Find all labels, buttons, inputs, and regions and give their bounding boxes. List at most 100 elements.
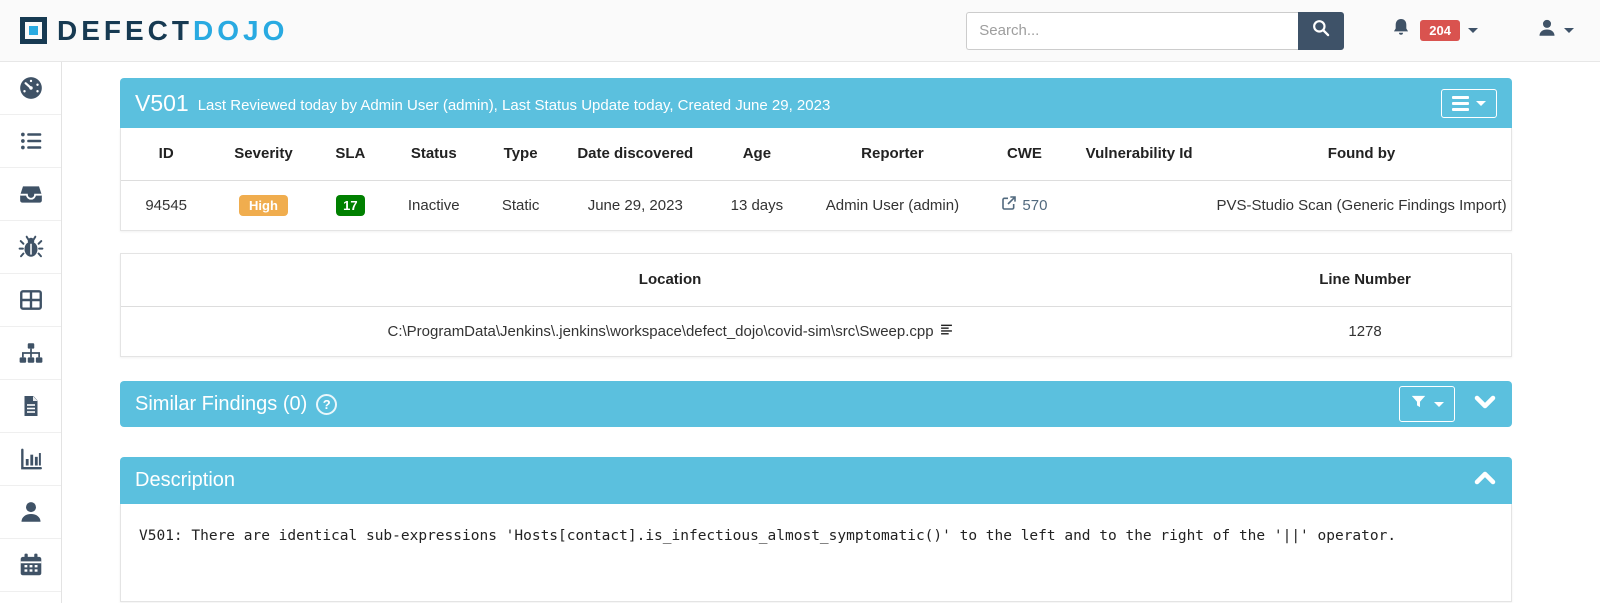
- table-icon: [18, 287, 44, 313]
- col-header-severity: Severity: [211, 128, 315, 180]
- cell-age: 13 days: [712, 180, 802, 230]
- cell-reporter: Admin User (admin): [802, 180, 983, 230]
- search-input[interactable]: [966, 12, 1298, 50]
- col-header-date-discovered: Date discovered: [559, 128, 712, 180]
- col-header-cwe: CWE: [983, 128, 1066, 180]
- col-header-id: ID: [121, 128, 211, 180]
- bell-icon: [1390, 16, 1412, 45]
- chevron-up-icon: [1473, 469, 1497, 492]
- cell-severity: High: [211, 180, 315, 230]
- filter-icon: [1410, 393, 1427, 415]
- main-content: V501 Last Reviewed today by Admin User (…: [62, 62, 1600, 603]
- dropdown-caret-icon: [1476, 101, 1486, 106]
- list-icon: [18, 128, 44, 154]
- location-table-box: Location Line Number C:\ProgramData\Jenk…: [120, 253, 1512, 357]
- col-header-location: Location: [121, 254, 1219, 306]
- col-header-found-by: Found by: [1212, 128, 1511, 180]
- bug-icon: [18, 234, 44, 260]
- search-button[interactable]: [1298, 12, 1344, 50]
- sidebar-item-users[interactable]: [0, 486, 61, 539]
- inbox-icon: [18, 181, 44, 207]
- document-icon: [19, 393, 43, 419]
- location-table-row: C:\ProgramData\Jenkins\.jenkins\workspac…: [121, 306, 1511, 356]
- top-navbar: DEFECTDOJO 204: [0, 0, 1600, 62]
- search-icon: [1311, 18, 1331, 43]
- sidebar-item-metrics[interactable]: [0, 433, 61, 486]
- bar-chart-icon: [18, 446, 44, 472]
- finding-subtitle: Last Reviewed today by Admin User (admin…: [198, 97, 831, 114]
- notifications-menu[interactable]: 204: [1390, 16, 1478, 45]
- sidebar-item-inbox[interactable]: [0, 168, 61, 221]
- finding-summary-table: ID Severity SLA Status Type Date discove…: [121, 128, 1511, 230]
- cell-cwe: 570: [983, 180, 1066, 230]
- filter-caret-icon: [1434, 402, 1444, 407]
- menu-icon: [1452, 96, 1469, 111]
- description-bar: Description: [120, 457, 1512, 504]
- sidebar-item-calendar[interactable]: [0, 539, 61, 592]
- description-text: V501: There are identical sub-expression…: [139, 528, 1493, 544]
- col-header-vulnerability-id: Vulnerability Id: [1066, 128, 1212, 180]
- user-menu[interactable]: [1536, 16, 1574, 45]
- cell-sla: 17: [316, 180, 386, 230]
- sla-badge: 17: [336, 195, 364, 216]
- cell-vulnerability-id: [1066, 180, 1212, 230]
- similar-findings-collapse-toggle[interactable]: [1473, 393, 1497, 416]
- col-header-age: Age: [712, 128, 802, 180]
- location-table: Location Line Number C:\ProgramData\Jenk…: [121, 254, 1511, 356]
- similar-findings-title: Similar Findings (0): [135, 393, 307, 416]
- sidebar-item-components[interactable]: [0, 274, 61, 327]
- col-header-sla: SLA: [316, 128, 386, 180]
- similar-findings-filter-button[interactable]: [1399, 386, 1455, 422]
- sidebar-item-bug[interactable]: [0, 221, 61, 274]
- cell-date-discovered: June 29, 2023: [559, 180, 712, 230]
- finding-table-header-row: ID Severity SLA Status Type Date discove…: [121, 128, 1511, 180]
- left-sidebar: [0, 62, 62, 603]
- person-icon: [18, 499, 44, 525]
- finding-actions-dropdown-button[interactable]: [1441, 89, 1497, 118]
- defectdojo-logo[interactable]: DEFECTDOJO: [20, 15, 288, 47]
- cell-id: 94545: [121, 180, 211, 230]
- cell-line-number: 1278: [1219, 306, 1511, 356]
- notification-count-badge: 204: [1420, 20, 1460, 41]
- description-body: V501: There are identical sub-expression…: [120, 504, 1512, 602]
- logo-defect: DEFECT: [57, 15, 193, 46]
- cwe-link[interactable]: 570: [1001, 195, 1047, 215]
- sidebar-item-endpoints[interactable]: [0, 327, 61, 380]
- chevron-down-icon: [1473, 393, 1497, 416]
- notifications-caret-icon: [1468, 28, 1478, 33]
- file-path: C:\ProgramData\Jenkins\.jenkins\workspac…: [388, 323, 934, 340]
- logo-text: DEFECTDOJO: [57, 15, 288, 47]
- finding-title: V501: [135, 90, 189, 117]
- calendar-icon: [18, 552, 44, 578]
- finding-header-bar: V501 Last Reviewed today by Admin User (…: [120, 78, 1512, 128]
- logo-dojo: DOJO: [193, 15, 288, 46]
- help-question-icon[interactable]: ?: [316, 394, 337, 415]
- cell-found-by: PVS-Studio Scan (Generic Findings Import…: [1212, 180, 1511, 230]
- finding-summary-table-box: ID Severity SLA Status Type Date discove…: [120, 128, 1512, 231]
- col-header-type: Type: [482, 128, 558, 180]
- sidebar-item-findings-list[interactable]: [0, 115, 61, 168]
- search-group: [966, 12, 1344, 50]
- file-lines-icon[interactable]: [940, 322, 953, 341]
- similar-findings-bar: Similar Findings (0) ?: [120, 381, 1512, 427]
- user-menu-caret-icon: [1564, 28, 1574, 33]
- description-title: Description: [135, 469, 235, 492]
- cell-type: Static: [482, 180, 558, 230]
- defectdojo-logo-icon: [20, 17, 47, 44]
- dashboard-icon: [18, 75, 44, 101]
- cwe-number: 570: [1022, 197, 1047, 214]
- location-table-header-row: Location Line Number: [121, 254, 1511, 306]
- cell-status: Inactive: [385, 180, 482, 230]
- col-header-line-number: Line Number: [1219, 254, 1511, 306]
- cell-location: C:\ProgramData\Jenkins\.jenkins\workspac…: [121, 306, 1219, 356]
- sidebar-item-dashboard[interactable]: [0, 62, 61, 115]
- col-header-reporter: Reporter: [802, 128, 983, 180]
- col-header-status: Status: [385, 128, 482, 180]
- finding-table-row: 94545 High 17 Inactive Static June 29, 2…: [121, 180, 1511, 230]
- sitemap-icon: [18, 340, 44, 366]
- external-link-icon: [1001, 195, 1017, 215]
- description-collapse-toggle[interactable]: [1473, 469, 1497, 492]
- user-icon: [1536, 16, 1558, 45]
- sidebar-item-reports[interactable]: [0, 380, 61, 433]
- severity-badge: High: [239, 195, 288, 216]
